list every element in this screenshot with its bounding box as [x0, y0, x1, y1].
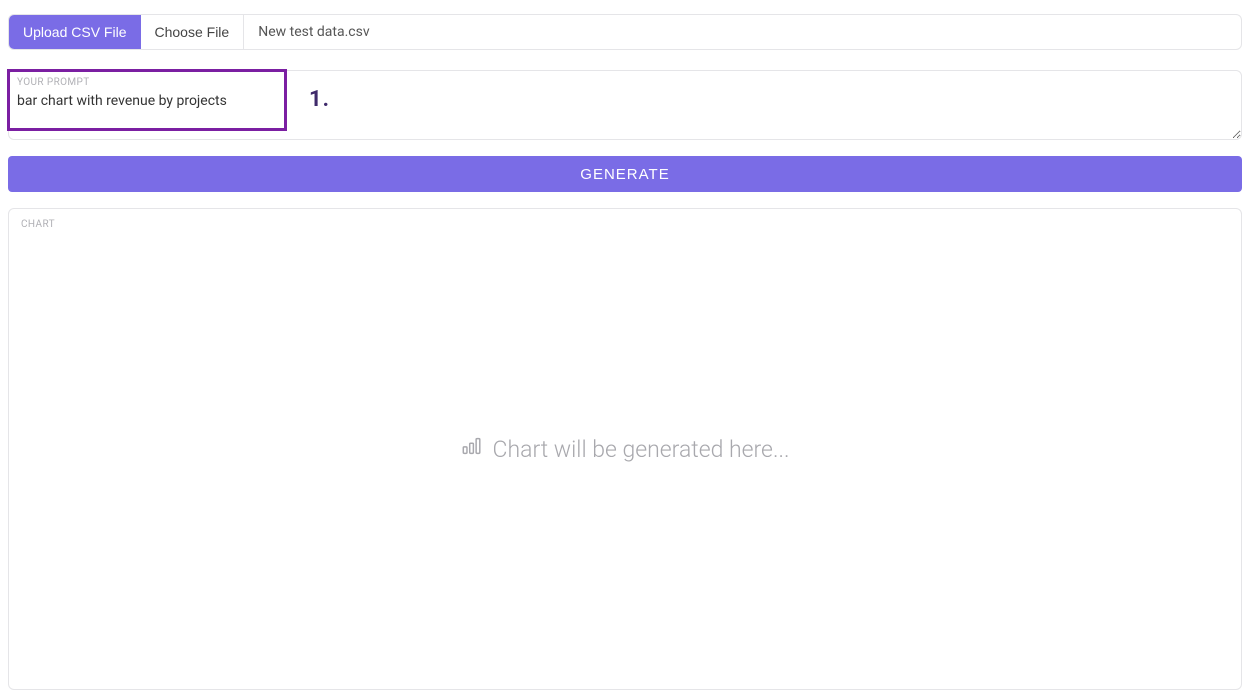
chart-label: CHART: [21, 219, 1229, 230]
bar-chart-icon: [461, 435, 483, 463]
uploaded-filename: New test data.csv: [244, 15, 1241, 49]
chart-panel: CHART Chart will be generated here...: [8, 208, 1242, 690]
prompt-label: YOUR PROMPT: [17, 77, 90, 88]
prompt-input[interactable]: [9, 71, 1241, 139]
chart-placeholder: Chart will be generated here...: [461, 435, 790, 463]
upload-row: Upload CSV File Choose File New test dat…: [8, 14, 1242, 50]
annotation-step-number: 1.: [309, 87, 330, 112]
prompt-field-container: YOUR PROMPT 1.: [8, 70, 1242, 140]
chart-placeholder-text: Chart will be generated here...: [493, 436, 790, 463]
upload-csv-button[interactable]: Upload CSV File: [9, 15, 141, 49]
choose-file-button[interactable]: Choose File: [141, 15, 245, 49]
generate-button[interactable]: GENERATE: [8, 156, 1242, 192]
